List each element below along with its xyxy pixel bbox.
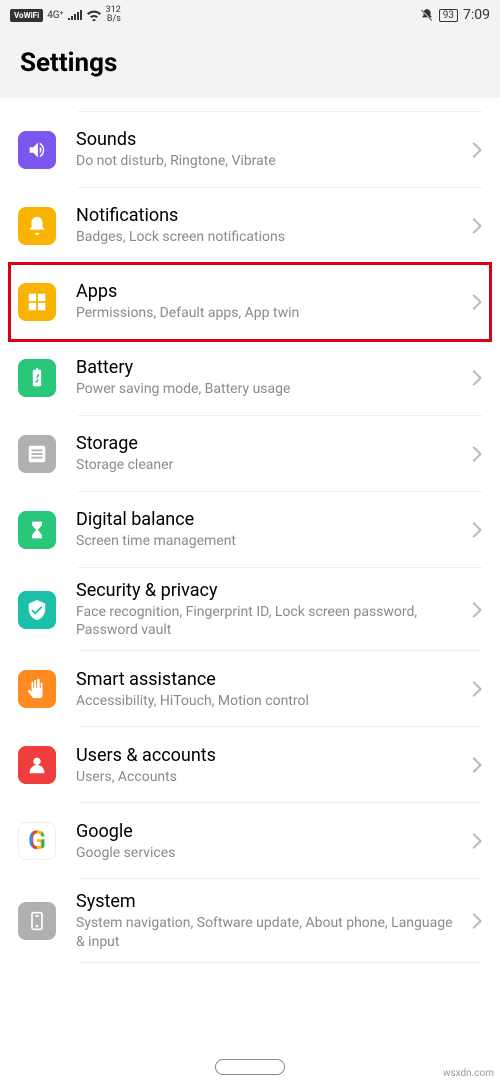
mute-icon <box>420 8 434 22</box>
sound-icon <box>18 131 56 169</box>
partial-row-divider <box>78 98 482 112</box>
settings-item-title: Google <box>76 821 464 842</box>
settings-item-title: Battery <box>76 357 464 378</box>
chevron-right-icon <box>472 522 482 538</box>
settings-item-title: Notifications <box>76 205 464 226</box>
network-speed: 312 B/s <box>106 6 121 24</box>
settings-item-apps[interactable]: Apps Permissions, Default apps, App twin <box>0 264 500 340</box>
storage-icon <box>18 435 56 473</box>
chevron-right-icon <box>472 218 482 234</box>
settings-item-google[interactable]: G Google Google services <box>0 803 500 879</box>
status-bar: VoWiFi 4G⁺ 312 B/s 93 7:09 <box>0 0 500 30</box>
system-icon <box>18 902 56 940</box>
settings-item-system[interactable]: System System navigation, Software updat… <box>0 879 500 962</box>
settings-item-text: Apps Permissions, Default apps, App twin <box>76 281 472 322</box>
hand-icon <box>18 670 56 708</box>
settings-list[interactable]: Sounds Do not disturb, Ringtone, Vibrate… <box>0 98 500 963</box>
settings-item-storage[interactable]: Storage Storage cleaner <box>0 416 500 492</box>
header: Settings <box>0 30 500 98</box>
settings-item-subtitle: Do not disturb, Ringtone, Vibrate <box>76 152 464 170</box>
settings-item-users-accounts[interactable]: Users & accounts Users, Accounts <box>0 727 500 803</box>
signal-icon <box>68 10 82 20</box>
settings-item-text: Digital balance Screen time management <box>76 509 472 550</box>
chevron-right-icon <box>472 446 482 462</box>
status-left: VoWiFi 4G⁺ 312 B/s <box>10 6 121 24</box>
google-icon: G <box>18 822 56 860</box>
settings-item-subtitle: Google services <box>76 844 464 862</box>
settings-item-subtitle: Accessibility, HiTouch, Motion control <box>76 692 464 710</box>
gesture-nav-indicator[interactable] <box>215 1059 285 1075</box>
settings-item-title: Storage <box>76 433 464 454</box>
settings-item-text: Users & accounts Users, Accounts <box>76 745 472 786</box>
shield-icon <box>18 591 56 629</box>
page-title: Settings <box>20 48 480 78</box>
battery-indicator: 93 <box>439 9 458 22</box>
user-icon <box>18 746 56 784</box>
settings-item-smart-assistance[interactable]: Smart assistance Accessibility, HiTouch,… <box>0 651 500 727</box>
chevron-right-icon <box>472 833 482 849</box>
watermark: wsxdn.com <box>443 1068 494 1079</box>
settings-item-notifications[interactable]: Notifications Badges, Lock screen notifi… <box>0 188 500 264</box>
chevron-right-icon <box>472 294 482 310</box>
vowifi-badge: VoWiFi <box>10 9 43 22</box>
settings-item-title: Sounds <box>76 129 464 150</box>
settings-item-title: Security & privacy <box>76 580 464 601</box>
chevron-right-icon <box>472 602 482 618</box>
settings-item-text: Google Google services <box>76 821 472 862</box>
settings-item-subtitle: Power saving mode, Battery usage <box>76 380 464 398</box>
hourglass-icon <box>18 511 56 549</box>
settings-item-text: System System navigation, Software updat… <box>76 891 472 950</box>
chevron-right-icon <box>472 142 482 158</box>
settings-item-subtitle: Users, Accounts <box>76 768 464 786</box>
settings-item-text: Notifications Badges, Lock screen notifi… <box>76 205 472 246</box>
settings-item-subtitle: System navigation, Software update, Abou… <box>76 914 464 950</box>
settings-item-battery[interactable]: Battery Power saving mode, Battery usage <box>0 340 500 416</box>
settings-item-subtitle: Screen time management <box>76 532 464 550</box>
settings-item-text: Smart assistance Accessibility, HiTouch,… <box>76 669 472 710</box>
settings-item-security-privacy[interactable]: Security & privacy Face recognition, Fin… <box>0 568 500 651</box>
settings-item-subtitle: Storage cleaner <box>76 456 464 474</box>
battery-icon <box>18 359 56 397</box>
wifi-icon <box>86 9 102 21</box>
settings-item-title: Digital balance <box>76 509 464 530</box>
chevron-right-icon <box>472 370 482 386</box>
status-right: 93 7:09 <box>420 7 490 23</box>
settings-item-subtitle: Face recognition, Fingerprint ID, Lock s… <box>76 603 464 639</box>
settings-item-subtitle: Badges, Lock screen notifications <box>76 228 464 246</box>
settings-item-title: Smart assistance <box>76 669 464 690</box>
settings-item-text: Security & privacy Face recognition, Fin… <box>76 580 472 639</box>
settings-item-text: Battery Power saving mode, Battery usage <box>76 357 472 398</box>
bell-icon <box>18 207 56 245</box>
signal-label: 4G⁺ <box>47 10 63 21</box>
settings-item-text: Sounds Do not disturb, Ringtone, Vibrate <box>76 129 472 170</box>
settings-item-title: Apps <box>76 281 464 302</box>
clock: 7:09 <box>463 7 490 23</box>
settings-item-text: Storage Storage cleaner <box>76 433 472 474</box>
chevron-right-icon <box>472 681 482 697</box>
settings-item-title: System <box>76 891 464 912</box>
apps-icon <box>18 283 56 321</box>
settings-item-digital-balance[interactable]: Digital balance Screen time management <box>0 492 500 568</box>
settings-item-title: Users & accounts <box>76 745 464 766</box>
settings-item-sounds[interactable]: Sounds Do not disturb, Ringtone, Vibrate <box>0 112 500 188</box>
settings-item-subtitle: Permissions, Default apps, App twin <box>76 304 464 322</box>
chevron-right-icon <box>472 757 482 773</box>
chevron-right-icon <box>472 913 482 929</box>
